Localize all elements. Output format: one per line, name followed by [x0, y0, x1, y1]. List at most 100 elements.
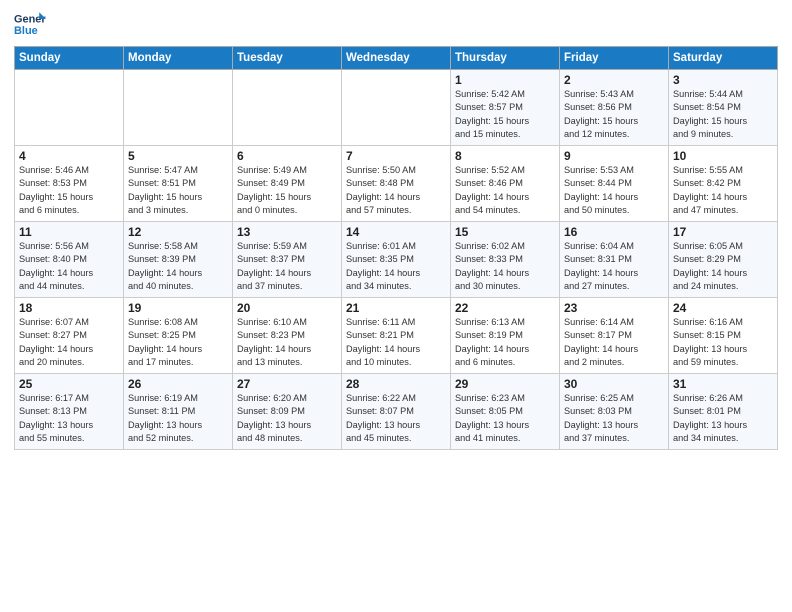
day-info: Sunrise: 6:16 AM Sunset: 8:15 PM Dayligh…: [673, 316, 773, 369]
day-info: Sunrise: 6:11 AM Sunset: 8:21 PM Dayligh…: [346, 316, 446, 369]
calendar-cell: 13Sunrise: 5:59 AM Sunset: 8:37 PM Dayli…: [233, 222, 342, 298]
calendar-cell: 8Sunrise: 5:52 AM Sunset: 8:46 PM Daylig…: [451, 146, 560, 222]
weekday-header-sunday: Sunday: [15, 47, 124, 70]
weekday-header-thursday: Thursday: [451, 47, 560, 70]
calendar-cell: 23Sunrise: 6:14 AM Sunset: 8:17 PM Dayli…: [560, 298, 669, 374]
day-info: Sunrise: 6:04 AM Sunset: 8:31 PM Dayligh…: [564, 240, 664, 293]
calendar-cell: 31Sunrise: 6:26 AM Sunset: 8:01 PM Dayli…: [669, 374, 778, 450]
day-info: Sunrise: 6:22 AM Sunset: 8:07 PM Dayligh…: [346, 392, 446, 445]
calendar-cell: 7Sunrise: 5:50 AM Sunset: 8:48 PM Daylig…: [342, 146, 451, 222]
day-number: 12: [128, 225, 228, 239]
calendar-cell: 2Sunrise: 5:43 AM Sunset: 8:56 PM Daylig…: [560, 70, 669, 146]
calendar-cell: [124, 70, 233, 146]
day-info: Sunrise: 5:52 AM Sunset: 8:46 PM Dayligh…: [455, 164, 555, 217]
calendar-cell: 3Sunrise: 5:44 AM Sunset: 8:54 PM Daylig…: [669, 70, 778, 146]
weekday-header-tuesday: Tuesday: [233, 47, 342, 70]
day-number: 2: [564, 73, 664, 87]
day-number: 4: [19, 149, 119, 163]
day-number: 20: [237, 301, 337, 315]
day-number: 24: [673, 301, 773, 315]
calendar-cell: 28Sunrise: 6:22 AM Sunset: 8:07 PM Dayli…: [342, 374, 451, 450]
page-container: General Blue SundayMondayTuesdayWednesda…: [0, 0, 792, 458]
day-number: 21: [346, 301, 446, 315]
weekday-header-monday: Monday: [124, 47, 233, 70]
calendar-table: SundayMondayTuesdayWednesdayThursdayFrid…: [14, 46, 778, 450]
calendar-cell: 30Sunrise: 6:25 AM Sunset: 8:03 PM Dayli…: [560, 374, 669, 450]
day-info: Sunrise: 6:02 AM Sunset: 8:33 PM Dayligh…: [455, 240, 555, 293]
day-number: 5: [128, 149, 228, 163]
weekday-header-saturday: Saturday: [669, 47, 778, 70]
calendar-cell: 19Sunrise: 6:08 AM Sunset: 8:25 PM Dayli…: [124, 298, 233, 374]
calendar-cell: 5Sunrise: 5:47 AM Sunset: 8:51 PM Daylig…: [124, 146, 233, 222]
day-number: 8: [455, 149, 555, 163]
calendar-cell: [342, 70, 451, 146]
day-info: Sunrise: 6:13 AM Sunset: 8:19 PM Dayligh…: [455, 316, 555, 369]
calendar-cell: 6Sunrise: 5:49 AM Sunset: 8:49 PM Daylig…: [233, 146, 342, 222]
day-info: Sunrise: 6:19 AM Sunset: 8:11 PM Dayligh…: [128, 392, 228, 445]
day-number: 15: [455, 225, 555, 239]
day-info: Sunrise: 5:50 AM Sunset: 8:48 PM Dayligh…: [346, 164, 446, 217]
day-number: 17: [673, 225, 773, 239]
day-info: Sunrise: 6:07 AM Sunset: 8:27 PM Dayligh…: [19, 316, 119, 369]
day-number: 3: [673, 73, 773, 87]
weekday-header-friday: Friday: [560, 47, 669, 70]
calendar-cell: 14Sunrise: 6:01 AM Sunset: 8:35 PM Dayli…: [342, 222, 451, 298]
day-info: Sunrise: 5:59 AM Sunset: 8:37 PM Dayligh…: [237, 240, 337, 293]
calendar-cell: 16Sunrise: 6:04 AM Sunset: 8:31 PM Dayli…: [560, 222, 669, 298]
day-number: 10: [673, 149, 773, 163]
calendar-cell: 24Sunrise: 6:16 AM Sunset: 8:15 PM Dayli…: [669, 298, 778, 374]
day-number: 19: [128, 301, 228, 315]
calendar-cell: 17Sunrise: 6:05 AM Sunset: 8:29 PM Dayli…: [669, 222, 778, 298]
day-number: 29: [455, 377, 555, 391]
day-info: Sunrise: 6:26 AM Sunset: 8:01 PM Dayligh…: [673, 392, 773, 445]
day-info: Sunrise: 6:10 AM Sunset: 8:23 PM Dayligh…: [237, 316, 337, 369]
calendar-cell: 27Sunrise: 6:20 AM Sunset: 8:09 PM Dayli…: [233, 374, 342, 450]
calendar-cell: 1Sunrise: 5:42 AM Sunset: 8:57 PM Daylig…: [451, 70, 560, 146]
svg-text:Blue: Blue: [14, 25, 38, 37]
day-number: 28: [346, 377, 446, 391]
day-info: Sunrise: 5:43 AM Sunset: 8:56 PM Dayligh…: [564, 88, 664, 141]
day-number: 25: [19, 377, 119, 391]
day-number: 23: [564, 301, 664, 315]
day-info: Sunrise: 6:08 AM Sunset: 8:25 PM Dayligh…: [128, 316, 228, 369]
day-number: 16: [564, 225, 664, 239]
day-number: 7: [346, 149, 446, 163]
day-number: 11: [19, 225, 119, 239]
day-info: Sunrise: 6:05 AM Sunset: 8:29 PM Dayligh…: [673, 240, 773, 293]
day-info: Sunrise: 6:17 AM Sunset: 8:13 PM Dayligh…: [19, 392, 119, 445]
day-number: 6: [237, 149, 337, 163]
calendar-cell: [233, 70, 342, 146]
logo: General Blue: [14, 10, 46, 38]
day-number: 22: [455, 301, 555, 315]
day-number: 30: [564, 377, 664, 391]
day-info: Sunrise: 5:53 AM Sunset: 8:44 PM Dayligh…: [564, 164, 664, 217]
day-info: Sunrise: 5:58 AM Sunset: 8:39 PM Dayligh…: [128, 240, 228, 293]
day-number: 18: [19, 301, 119, 315]
day-info: Sunrise: 6:20 AM Sunset: 8:09 PM Dayligh…: [237, 392, 337, 445]
logo-icon: General Blue: [14, 10, 46, 38]
day-number: 27: [237, 377, 337, 391]
day-number: 26: [128, 377, 228, 391]
day-info: Sunrise: 5:42 AM Sunset: 8:57 PM Dayligh…: [455, 88, 555, 141]
day-info: Sunrise: 6:01 AM Sunset: 8:35 PM Dayligh…: [346, 240, 446, 293]
calendar-cell: 26Sunrise: 6:19 AM Sunset: 8:11 PM Dayli…: [124, 374, 233, 450]
calendar-cell: 18Sunrise: 6:07 AM Sunset: 8:27 PM Dayli…: [15, 298, 124, 374]
calendar-cell: 11Sunrise: 5:56 AM Sunset: 8:40 PM Dayli…: [15, 222, 124, 298]
calendar-cell: [15, 70, 124, 146]
day-number: 31: [673, 377, 773, 391]
day-info: Sunrise: 5:46 AM Sunset: 8:53 PM Dayligh…: [19, 164, 119, 217]
calendar-cell: 12Sunrise: 5:58 AM Sunset: 8:39 PM Dayli…: [124, 222, 233, 298]
calendar-cell: 21Sunrise: 6:11 AM Sunset: 8:21 PM Dayli…: [342, 298, 451, 374]
day-info: Sunrise: 5:49 AM Sunset: 8:49 PM Dayligh…: [237, 164, 337, 217]
weekday-header-wednesday: Wednesday: [342, 47, 451, 70]
day-info: Sunrise: 5:55 AM Sunset: 8:42 PM Dayligh…: [673, 164, 773, 217]
calendar-cell: 4Sunrise: 5:46 AM Sunset: 8:53 PM Daylig…: [15, 146, 124, 222]
calendar-cell: 22Sunrise: 6:13 AM Sunset: 8:19 PM Dayli…: [451, 298, 560, 374]
day-info: Sunrise: 6:14 AM Sunset: 8:17 PM Dayligh…: [564, 316, 664, 369]
day-number: 14: [346, 225, 446, 239]
page-header: General Blue: [14, 10, 778, 38]
calendar-cell: 15Sunrise: 6:02 AM Sunset: 8:33 PM Dayli…: [451, 222, 560, 298]
day-number: 13: [237, 225, 337, 239]
day-info: Sunrise: 6:25 AM Sunset: 8:03 PM Dayligh…: [564, 392, 664, 445]
calendar-cell: 29Sunrise: 6:23 AM Sunset: 8:05 PM Dayli…: [451, 374, 560, 450]
